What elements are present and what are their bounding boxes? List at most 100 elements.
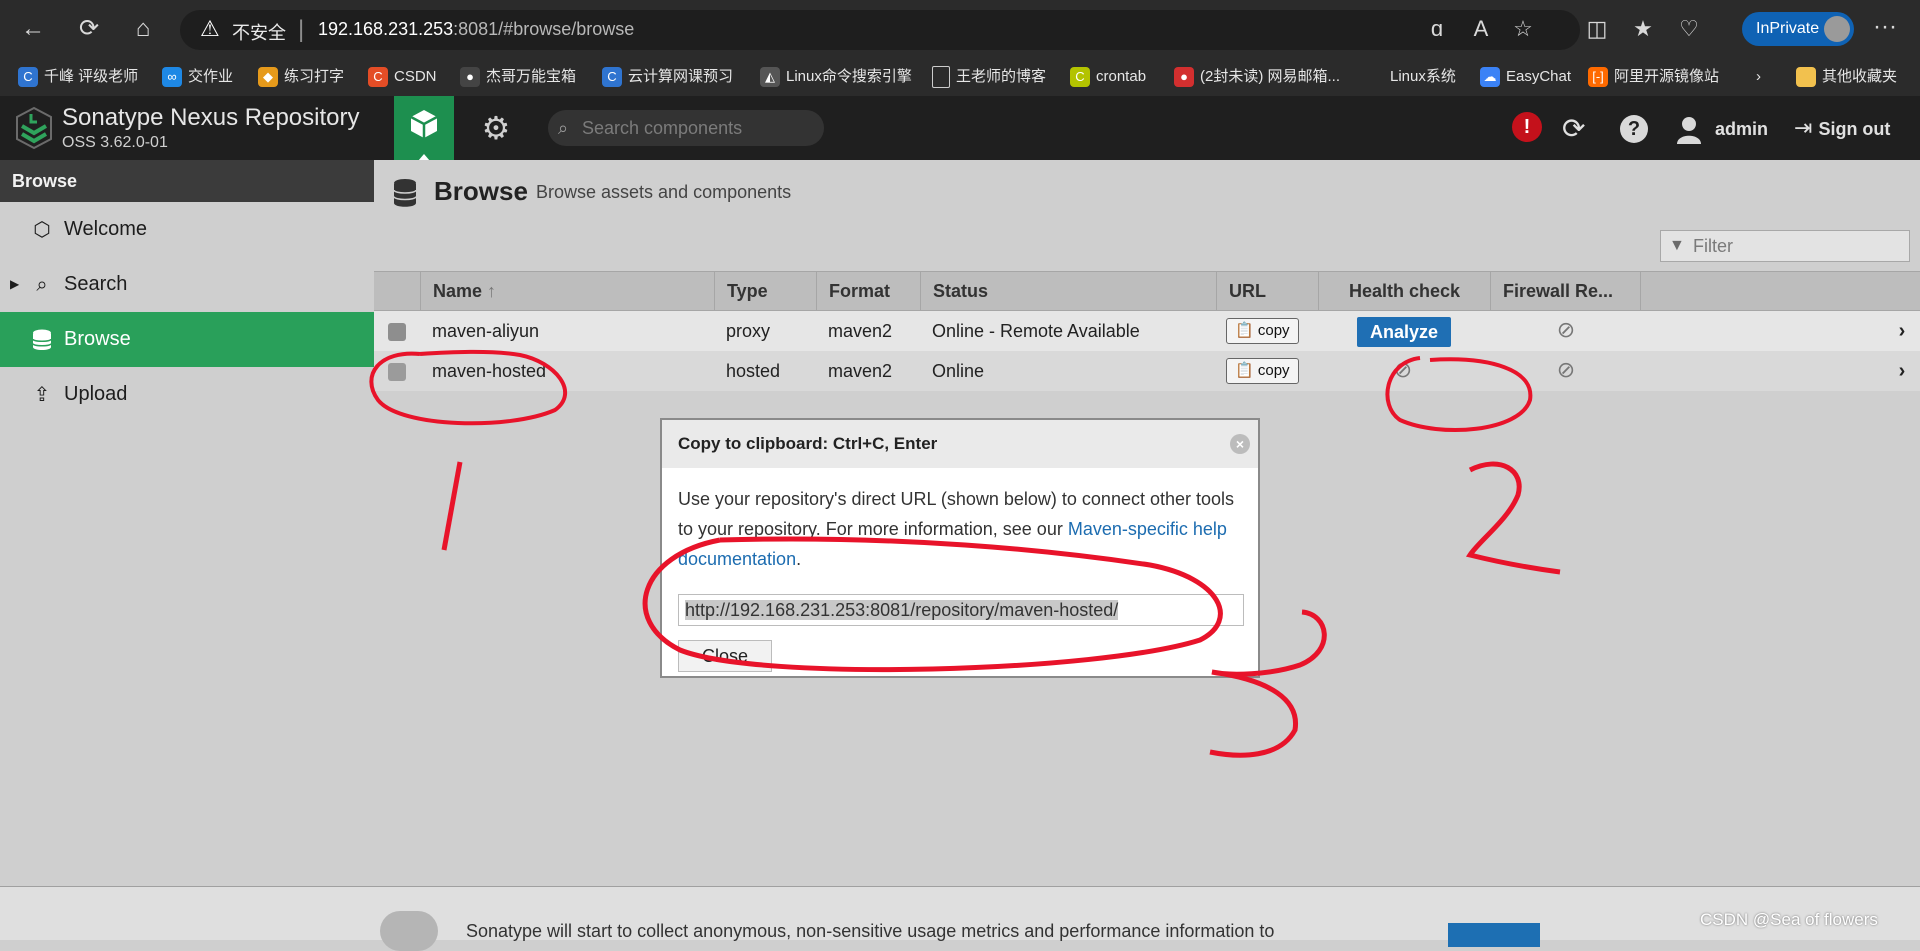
bookmark-icon: ●: [460, 67, 480, 88]
copy-url-button[interactable]: 📋 copy: [1226, 318, 1299, 344]
chevron-right-icon[interactable]: ›: [1892, 351, 1912, 391]
sidebar-item-label: Upload: [64, 383, 128, 405]
column-header-url[interactable]: URL: [1216, 272, 1318, 310]
sidebar-item-browse[interactable]: Browse: [0, 312, 374, 367]
sidebar-item-label: Browse: [64, 328, 131, 350]
refresh-data-icon[interactable]: ⟳: [1562, 112, 1585, 146]
brand-title: Sonatype Nexus Repository: [62, 104, 360, 131]
bookmark-icon: ◆: [258, 67, 278, 88]
bookmark-icon: C: [18, 67, 38, 88]
back-icon[interactable]: ←: [16, 12, 50, 46]
sidebar-item-label: Search: [64, 273, 128, 295]
sign-out-button[interactable]: ⇥ Sign out: [1794, 112, 1890, 146]
database-icon: [393, 179, 417, 207]
close-button[interactable]: Close: [678, 640, 772, 672]
repo-format: maven2: [828, 321, 893, 341]
copy-clipboard-dialog: Copy to clipboard: Ctrl+C, Enter × Use y…: [660, 418, 1260, 678]
table-row[interactable]: maven-hosted hosted maven2 Online 📋 copy…: [374, 351, 1920, 391]
bookmark-item[interactable]: ◆ 练习打字: [258, 64, 344, 90]
search-icon: ⌕: [36, 272, 48, 296]
analytics-banner: Sonatype will start to collect anonymous…: [0, 886, 1920, 951]
bookmarks-overflow-icon[interactable]: ›: [1756, 64, 1761, 90]
bookmark-item[interactable]: ◭ Linux命令搜索引擎: [760, 64, 912, 90]
bookmark-item[interactable]: ● 杰哥万能宝箱: [460, 64, 576, 90]
dialog-message: Use your repository's direct URL (shown …: [678, 489, 1235, 569]
nexus-logo-icon: [16, 106, 52, 150]
bookmark-item[interactable]: ● (2封未读) 网易邮箱...: [1174, 64, 1340, 90]
browse-mode-button[interactable]: [394, 96, 454, 161]
address-url[interactable]: 192.168.231.253:8081/#browse/browse: [318, 19, 634, 40]
column-header-firewall[interactable]: Firewall Re...: [1490, 272, 1640, 310]
filter-input[interactable]: ▼ Filter: [1660, 230, 1910, 262]
home-icon[interactable]: ⌂: [126, 12, 160, 46]
browser-toolbar: ← ⟳ ⌂ ⚠ 不安全 | 192.168.231.253:8081/#brow…: [0, 0, 1920, 58]
close-icon[interactable]: ×: [1230, 434, 1250, 454]
analyze-button[interactable]: Analyze: [1357, 317, 1451, 347]
favorites-icon[interactable]: ★: [1626, 12, 1660, 46]
database-icon: [32, 329, 52, 350]
column-header-type[interactable]: Type: [714, 272, 816, 310]
brand-version: OSS 3.62.0-01: [62, 134, 168, 151]
bookmark-item[interactable]: ☁ EasyChat: [1480, 64, 1571, 90]
user-icon: [1677, 117, 1701, 145]
help-icon[interactable]: ?: [1620, 112, 1648, 146]
bookmark-item[interactable]: C 云计算网课预习: [602, 64, 733, 90]
alert-icon[interactable]: !: [1512, 112, 1542, 142]
bookmark-icon: [-]: [1588, 67, 1608, 88]
bookmark-item[interactable]: C CSDN: [368, 64, 437, 90]
sign-out-icon: ⇥: [1794, 116, 1813, 141]
sign-out-label: Sign out: [1818, 119, 1891, 139]
split-screen-icon[interactable]: ◫: [1580, 12, 1614, 46]
sidebar-item-upload[interactable]: ⇪ Upload: [0, 367, 374, 422]
repository-url-value: http://192.168.231.253:8081/repository/m…: [685, 600, 1119, 620]
page-icon: [932, 66, 950, 89]
search-components-input[interactable]: ⌕ Search components: [548, 110, 824, 146]
bookmark-icon: ∞: [162, 67, 182, 88]
more-options-icon[interactable]: ···: [1868, 12, 1902, 46]
search-icon: ⌕: [558, 118, 569, 138]
user-name: admin: [1715, 119, 1769, 139]
cube-icon: [410, 110, 438, 138]
table-row[interactable]: maven-aliyun proxy maven2 Online - Remot…: [374, 311, 1920, 351]
page-subtitle: Browse assets and components: [536, 182, 792, 202]
bookmark-item[interactable]: Ccrontab: [1070, 64, 1146, 90]
bookmark-icon: C: [1070, 67, 1090, 88]
refresh-icon[interactable]: ⟳: [72, 12, 106, 46]
column-header-format[interactable]: Format: [816, 272, 920, 310]
browser-essentials-icon[interactable]: ♡: [1672, 12, 1706, 46]
column-header-health[interactable]: Health check: [1318, 272, 1490, 310]
inprivate-badge[interactable]: InPrivate: [1742, 12, 1854, 46]
column-header-status[interactable]: Status: [920, 272, 1216, 310]
repo-status: Online - Remote Available: [932, 321, 1140, 341]
not-allowed-icon: ⊘: [1556, 318, 1576, 343]
expand-caret-icon[interactable]: ▶: [10, 257, 19, 312]
column-header-name[interactable]: Name ↑: [420, 272, 714, 310]
bookmark-item[interactable]: ∞ 交作业: [162, 64, 233, 90]
chevron-right-icon[interactable]: ›: [1892, 311, 1912, 351]
address-bar[interactable]: ⚠ 不安全 | 192.168.231.253:8081/#browse/bro…: [180, 10, 1580, 50]
bookmark-item[interactable]: C 千峰 评级老师: [18, 64, 138, 90]
translate-icon[interactable]: ɑ: [1420, 12, 1454, 46]
analytics-accept-button[interactable]: [1448, 923, 1540, 947]
user-menu[interactable]: admin: [1676, 112, 1768, 146]
bookmark-item[interactable]: 王老师的博客: [932, 64, 1046, 90]
gear-icon[interactable]: ⚙: [476, 108, 516, 148]
filter-placeholder: Filter: [1693, 236, 1733, 256]
sidebar-item-welcome[interactable]: ⬡ Welcome: [0, 202, 374, 257]
bookmark-icon: ●: [1174, 67, 1194, 88]
sidebar: Browse ⬡ Welcome ▶ ⌕ Search Browse ⇪ Upl…: [0, 160, 374, 886]
bookmark-item[interactable]: [-] 阿里开源镜像站: [1588, 64, 1719, 90]
repository-url-field[interactable]: http://192.168.231.253:8081/repository/m…: [678, 594, 1244, 626]
read-aloud-icon[interactable]: A: [1464, 12, 1498, 46]
favorite-star-icon[interactable]: ☆: [1506, 12, 1540, 46]
sidebar-header: Browse: [0, 160, 374, 202]
bookmark-item[interactable]: Linux系统: [1390, 64, 1456, 90]
table-header: Name ↑ Type Format Status URL Health che…: [374, 271, 1920, 311]
sidebar-item-search[interactable]: ▶ ⌕ Search: [0, 257, 374, 312]
sonatype-shield-icon: [380, 911, 438, 951]
warning-icon: ⚠: [200, 17, 220, 42]
bookmark-folder[interactable]: 其他收藏夹: [1796, 64, 1897, 90]
copy-url-button[interactable]: 📋 copy: [1226, 358, 1299, 384]
address-bar-icons: ɑ A ☆ ◫ ★ ♡: [1420, 12, 1770, 46]
bookmark-icon: C: [368, 67, 388, 88]
